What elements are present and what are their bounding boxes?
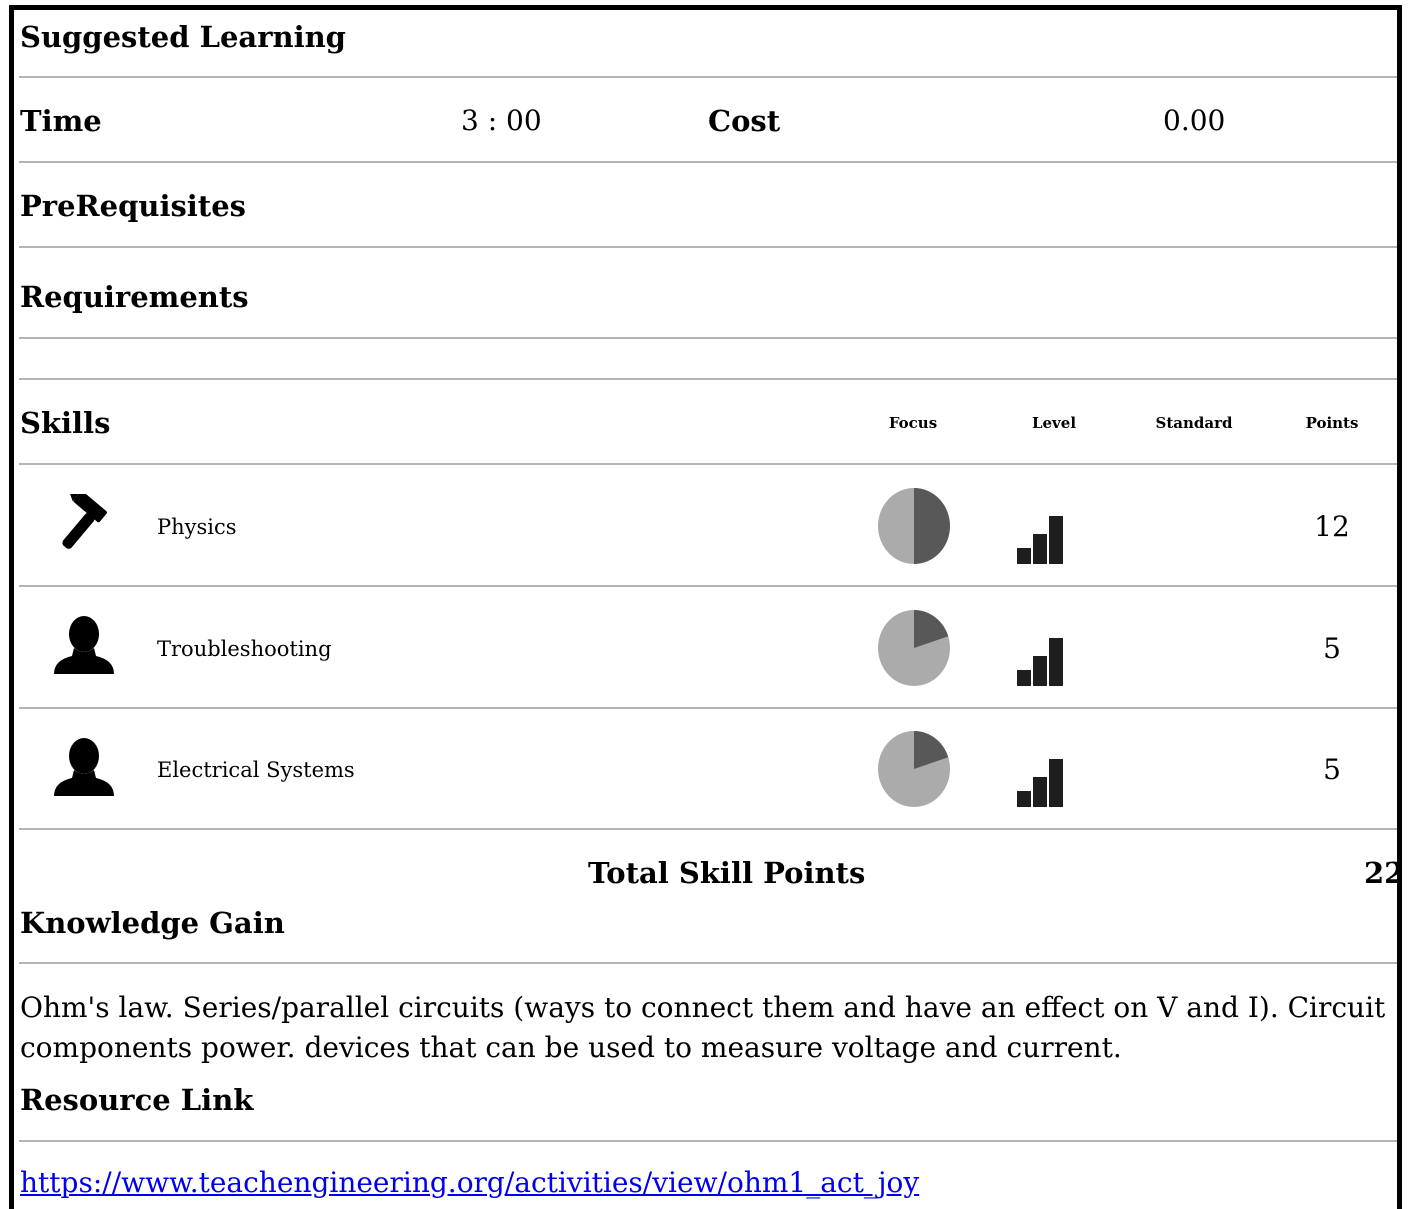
standard-column-header: Standard	[1155, 414, 1233, 432]
divider	[19, 378, 1397, 380]
skill-points: 12	[1314, 510, 1350, 543]
section-title: Suggested Learning	[20, 20, 346, 54]
divider	[19, 828, 1397, 830]
level-column-header: Level	[1031, 414, 1077, 432]
prerequisites-label: PreRequisites	[20, 189, 246, 223]
divider	[19, 337, 1397, 339]
divider	[19, 463, 1397, 465]
total-skill-points-value: 22	[1364, 856, 1405, 890]
skill-name: Electrical Systems	[157, 758, 355, 782]
hammer-icon	[50, 488, 118, 556]
resource-link[interactable]: https://www.teachengineering.org/activit…	[20, 1166, 919, 1199]
total-skill-points-label: Total Skill Points	[588, 856, 866, 890]
level-bars-icon	[1015, 636, 1065, 688]
divider	[19, 246, 1397, 248]
level-bars-icon	[1015, 514, 1065, 566]
time-value: 3 : 00	[461, 104, 542, 137]
skill-name: Troubleshooting	[157, 637, 332, 661]
focus-pie-electrical-systems	[877, 730, 951, 808]
time-label: Time	[20, 104, 102, 138]
divider	[19, 585, 1397, 587]
requirements-label: Requirements	[20, 280, 249, 314]
cost-label: Cost	[708, 104, 781, 138]
resource-link-label: Resource Link	[20, 1083, 254, 1117]
knowledge-gain-label: Knowledge Gain	[20, 906, 285, 940]
focus-pie-troubleshooting	[877, 609, 951, 687]
knowledge-gain-text: Ohm's law. Series/parallel circuits (way…	[20, 988, 1400, 1068]
cost-value: 0.00	[1163, 104, 1226, 137]
knowledge-line: components power. devices that can be us…	[20, 1031, 1122, 1064]
skills-label: Skills	[20, 406, 111, 440]
focus-column-header: Focus	[888, 414, 938, 432]
skill-points: 5	[1323, 632, 1341, 665]
divider	[19, 1140, 1397, 1142]
divider	[19, 161, 1397, 163]
points-column-header: Points	[1305, 414, 1359, 432]
divider	[19, 707, 1397, 709]
divider	[19, 962, 1397, 964]
person-icon	[52, 738, 116, 800]
person-icon	[52, 616, 116, 678]
focus-pie-physics	[877, 487, 951, 565]
level-bars-icon	[1015, 757, 1065, 809]
skill-points: 5	[1323, 753, 1341, 786]
skill-name: Physics	[157, 515, 237, 539]
knowledge-line: Ohm's law. Series/parallel circuits (way…	[20, 991, 1386, 1024]
divider	[19, 76, 1397, 78]
